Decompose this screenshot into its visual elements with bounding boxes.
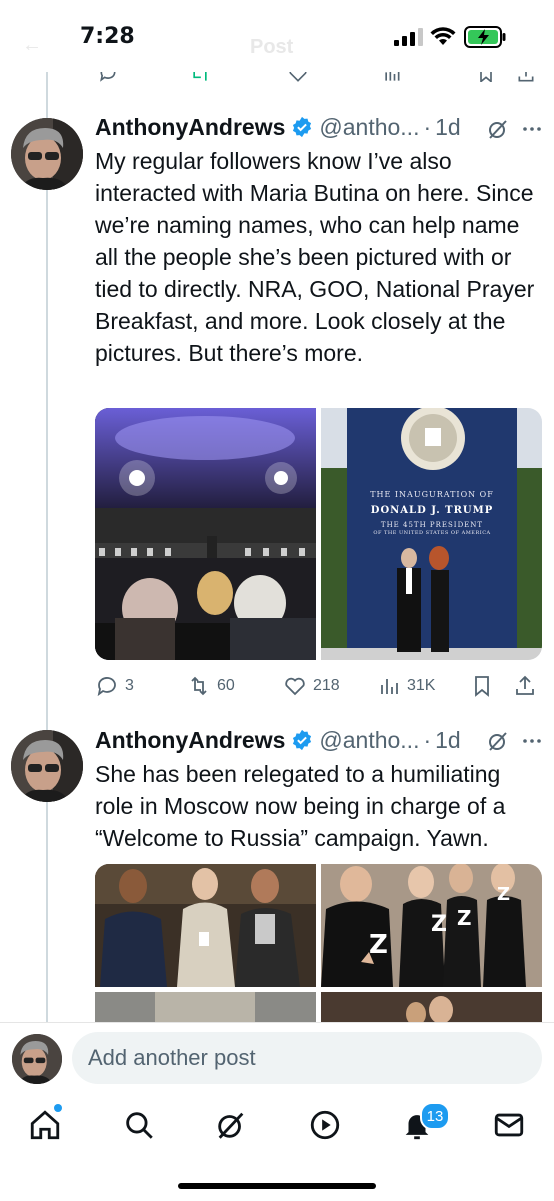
grok-icon[interactable] [214, 1108, 248, 1142]
heart-icon [285, 677, 305, 696]
status-bar: ← Post 7:28 [0, 0, 554, 72]
z-letter: Z [369, 930, 388, 960]
views-button[interactable]: 31K [377, 674, 435, 698]
share-icon [516, 675, 534, 695]
post-header: AnthonyAndrews @antho... · 1d [95, 725, 461, 755]
bookmark-button[interactable] [470, 674, 500, 698]
profile-photo [11, 118, 83, 190]
author-handle[interactable]: @antho... [319, 727, 419, 754]
banner-line-2: DONALD J. TRUMP [370, 505, 494, 516]
header-title: Post [250, 36, 294, 58]
search-icon[interactable] [122, 1108, 156, 1142]
home-indicator[interactable] [178, 1183, 376, 1189]
banner-line-3: THE 45TH PRESIDENT [380, 521, 484, 529]
views-count: 31K [407, 677, 436, 694]
home-unread-dot [54, 1104, 62, 1112]
group-photo [95, 864, 316, 987]
repost-icon [191, 676, 207, 696]
battery-charging-icon [464, 26, 506, 48]
reply-icon [97, 677, 116, 697]
my-avatar[interactable] [12, 1034, 62, 1084]
grok-icon[interactable] [486, 729, 510, 753]
post-actions: 3 60 218 31K [95, 674, 540, 702]
avatar[interactable] [11, 730, 83, 802]
share-button[interactable] [513, 674, 543, 698]
thread-connector-line [46, 72, 48, 1022]
post-timestamp[interactable]: 1d [435, 114, 461, 141]
grok-icon[interactable] [486, 117, 510, 141]
verified-badge-icon [293, 729, 312, 751]
banner-line-1: THE INAUGURATION OF [370, 490, 494, 499]
z-letter: Z [497, 884, 511, 905]
repost-count: 60 [217, 677, 235, 694]
post-text: She has been relegated to a humiliating … [95, 761, 506, 851]
avatar[interactable] [11, 118, 83, 190]
photo-partial [95, 992, 316, 1024]
author-name[interactable]: AnthonyAndrews [95, 114, 285, 141]
bookmark-icon [475, 676, 489, 697]
banner-line-4: OF THE UNITED STATES OF AMERICA [373, 530, 491, 536]
media-image-inauguration[interactable]: THE INAUGURATION OF DONALD J. TRUMP THE … [321, 408, 542, 660]
media-image-conference[interactable] [95, 408, 316, 660]
z-letter: Z [457, 906, 472, 930]
verified-badge-icon [293, 116, 312, 138]
bottom-tab-bar [0, 1100, 554, 1150]
reply-input[interactable]: Add another post [72, 1032, 542, 1084]
wifi-icon [430, 27, 456, 45]
media-image-z-shirts[interactable]: Z Z Z Z [321, 864, 542, 987]
media-image-3[interactable] [95, 992, 316, 1024]
post-header: AnthonyAndrews @antho... · 1d [95, 112, 461, 142]
z-letter: Z [431, 912, 447, 937]
like-button[interactable]: 218 [283, 674, 340, 698]
profile-photo [12, 1034, 62, 1084]
messages-mail-icon[interactable] [492, 1108, 526, 1142]
reply-count: 3 [125, 677, 134, 694]
notifications-badge: 13 [420, 1102, 450, 1130]
like-count: 218 [313, 677, 340, 694]
separator-dot: · [423, 726, 432, 753]
back-arrow-icon[interactable]: ← [22, 34, 42, 57]
home-icon[interactable] [28, 1108, 62, 1142]
post-timestamp[interactable]: 1d [435, 727, 461, 754]
media-grid[interactable]: Z Z Z Z [95, 864, 542, 1024]
author-name[interactable]: AnthonyAndrews [95, 727, 285, 754]
more-options-icon[interactable] [520, 729, 544, 753]
media-image-4[interactable] [321, 992, 542, 1024]
views-icon [381, 679, 398, 694]
profile-photo [11, 730, 83, 802]
repost-button[interactable]: 60 [187, 674, 235, 698]
media-grid[interactable]: THE INAUGURATION OF DONALD J. TRUMP THE … [95, 408, 542, 660]
cellular-signal-icon [394, 28, 423, 46]
conference-photo [95, 408, 316, 660]
photo-partial [321, 992, 542, 1024]
media-image-group-photo[interactable] [95, 864, 316, 987]
post-text: My regular followers know I’ve also inte… [95, 148, 535, 366]
video-play-icon[interactable] [308, 1108, 342, 1142]
separator-dot: · [423, 113, 432, 140]
status-time: 7:28 [80, 24, 135, 49]
author-handle[interactable]: @antho... [319, 114, 419, 141]
more-options-icon[interactable] [520, 117, 544, 141]
reply-button[interactable]: 3 [95, 674, 134, 698]
